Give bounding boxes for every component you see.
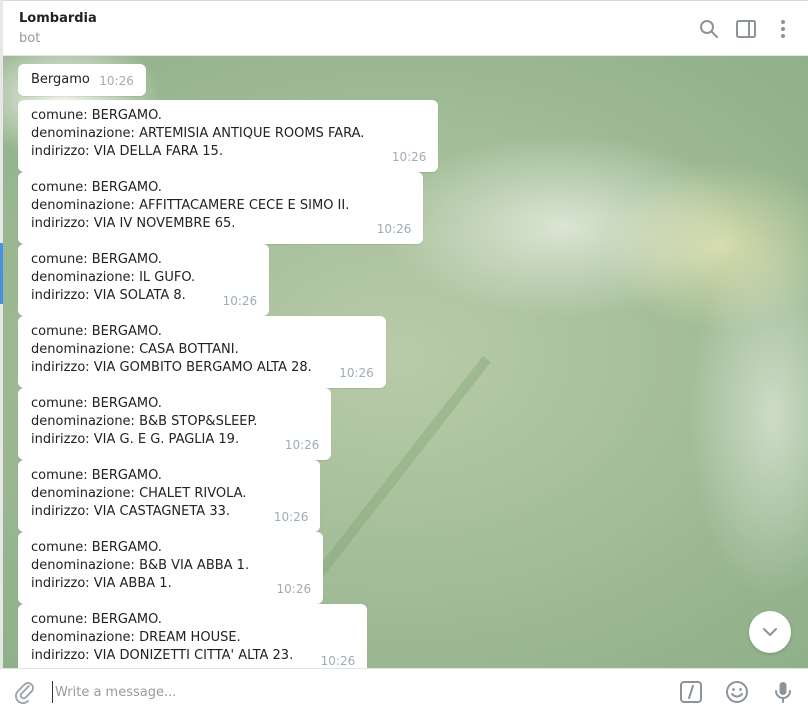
- message-timestamp: 10:26: [273, 510, 309, 524]
- message-timestamp: 10:26: [222, 294, 258, 308]
- message-timestamp: 10:26: [276, 582, 312, 596]
- scroll-to-bottom-button[interactable]: [749, 611, 791, 653]
- message-timestamp: 10:26: [320, 654, 356, 668]
- chat-header: Lombardia bot: [3, 0, 808, 56]
- message-bubble[interactable]: comune: BERGAMO. denominazione: ARTEMISIA…: [18, 100, 439, 172]
- message-timestamp: 10:26: [376, 222, 412, 236]
- message-bubble[interactable]: comune: BERGAMO. denominazione: IL GUFO. i…: [18, 244, 270, 316]
- more-vertical-icon[interactable]: [771, 17, 795, 41]
- message-text-line: comune: BERGAMO.: [31, 612, 162, 627]
- message-text-line: indirizzo: VIA GOMBITO BERGAMO ALTA 28.: [31, 360, 312, 375]
- search-icon[interactable]: [697, 17, 721, 41]
- message-text-line: indirizzo: VIA DONIZETTI CITTA' ALTA 23.: [31, 648, 294, 663]
- message-bubble[interactable]: comune: BERGAMO. denominazione: CASA BOTT…: [18, 316, 386, 388]
- chat-subtitle: bot: [19, 31, 41, 46]
- message-text-line: denominazione: DREAM HOUSE.: [31, 630, 241, 645]
- message-input[interactable]: [52, 681, 652, 703]
- message-timestamp: 10:26: [284, 438, 320, 452]
- message-text-line: comune: BERGAMO.: [31, 252, 162, 267]
- message-text-line: denominazione: IL GUFO.: [31, 270, 196, 285]
- message-text-line: denominazione: B&B VIA ABBA 1.: [31, 558, 250, 573]
- message-bubble[interactable]: comune: BERGAMO. denominazione: B&B STOP&…: [18, 388, 332, 460]
- microphone-icon[interactable]: [770, 679, 796, 705]
- chat-title[interactable]: Lombardia: [19, 11, 97, 26]
- slash-command-icon[interactable]: [678, 679, 704, 705]
- message-text-line: denominazione: AFFITTACAMERE CECE E SIMO…: [31, 198, 350, 213]
- message-text-line: comune: BERGAMO.: [31, 540, 162, 555]
- message-text-line: indirizzo: VIA SOLATA 8.: [31, 288, 186, 303]
- chevron-down-icon: [763, 628, 777, 636]
- chat-area[interactable]: Bergamo 10:26 comune: BERGAMO. denominazion…: [3, 56, 808, 668]
- message-text-line: comune: BERGAMO.: [31, 396, 162, 411]
- message-bubble[interactable]: comune: BERGAMO. denominazione: DREAM HOU…: [18, 604, 368, 668]
- message-text-line: denominazione: B&B STOP&SLEEP.: [31, 414, 258, 429]
- sidebar-toggle-icon[interactable]: [734, 17, 758, 41]
- message-text-line: indirizzo: VIA CASTAGNETA 33.: [31, 504, 230, 519]
- message-timestamp: 10:26: [99, 74, 134, 88]
- message-text-line: indirizzo: VIA G. E G. PAGLIA 19.: [31, 432, 240, 447]
- message-text-line: comune: BERGAMO.: [31, 108, 162, 123]
- message-text-line: denominazione: CHALET RIVOLA.: [31, 486, 247, 501]
- emoji-icon[interactable]: [724, 679, 750, 705]
- message-text-line: denominazione: CASA BOTTANI.: [31, 342, 239, 357]
- message-text-line: comune: BERGAMO.: [31, 180, 162, 195]
- message-bubble[interactable]: comune: BERGAMO. denominazione: B&B VIA A…: [18, 532, 324, 604]
- message-timestamp: 10:26: [339, 366, 374, 380]
- message-text-line: indirizzo: VIA ABBA 1.: [31, 576, 172, 591]
- message-composer: [0, 668, 808, 714]
- message-text-line: denominazione: ARTEMISIA ANTIQUE ROOMS F…: [31, 126, 365, 141]
- message-bubble[interactable]: comune: BERGAMO. denominazione: CHALET RI…: [18, 460, 321, 532]
- message-bubble[interactable]: Bergamo 10:26: [18, 64, 146, 96]
- message-timestamp: 10:26: [391, 150, 427, 164]
- message-text-line: comune: BERGAMO.: [31, 324, 162, 339]
- message-text-line: Bergamo: [31, 72, 90, 87]
- message-text-line: comune: BERGAMO.: [31, 468, 162, 483]
- paperclip-icon[interactable]: [12, 679, 38, 705]
- message-text-line: indirizzo: VIA DELLA FARA 15.: [31, 144, 223, 159]
- message-text-line: indirizzo: VIA IV NOVEMBRE 65.: [31, 216, 236, 231]
- message-bubble[interactable]: comune: BERGAMO. denominazione: AFFITTACA…: [18, 172, 424, 244]
